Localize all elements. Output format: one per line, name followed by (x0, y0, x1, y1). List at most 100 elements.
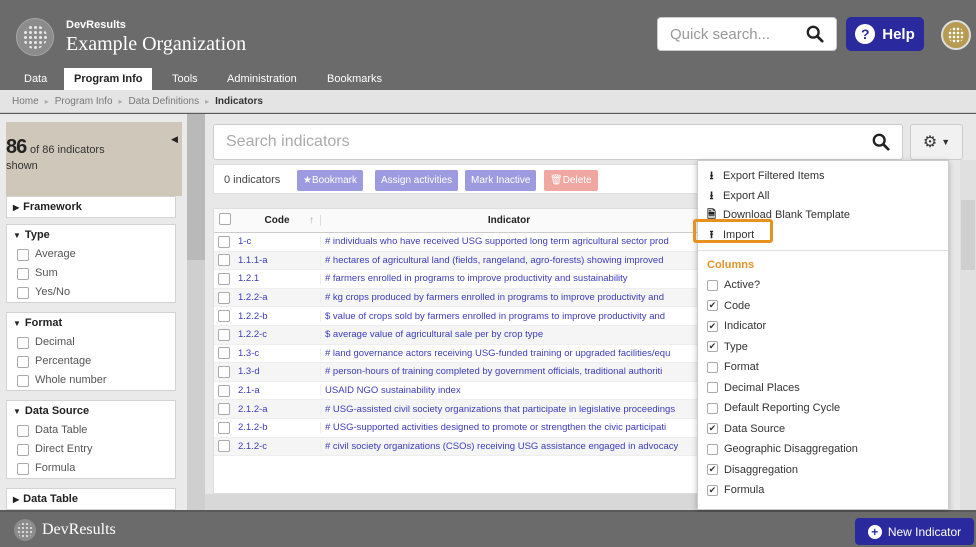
row-checkbox[interactable] (218, 272, 230, 285)
column-toggle-decimal-places[interactable]: Decimal Places (698, 378, 948, 399)
row-checkbox[interactable] (218, 440, 230, 453)
indicator-code-link[interactable]: 1-c (234, 236, 320, 247)
indicator-code-link[interactable]: 2.1.2-c (234, 441, 320, 452)
bookmark-button[interactable]: ★Bookmark (297, 170, 363, 191)
column-toggle-code[interactable]: Code (698, 296, 948, 317)
table-row[interactable]: 2.1-a USAID NGO sustainability index (214, 382, 697, 401)
filter-option-decimal[interactable]: Decimal (7, 333, 175, 352)
filter-option-average[interactable]: Average (7, 245, 175, 264)
column-header-indicator[interactable]: Indicator (320, 215, 697, 226)
table-row[interactable]: 2.1.2-b # USG-supported activities design… (214, 419, 697, 438)
indicator-code-link[interactable]: 1.3-c (234, 348, 320, 359)
table-row[interactable]: 1.3-c # land governance actors receiving … (214, 345, 697, 364)
indicator-name-link[interactable]: # land governance actors receiving USG-f… (320, 347, 697, 359)
indicator-search-input[interactable] (214, 125, 834, 159)
column-toggle-data-source[interactable]: Data Source (698, 419, 948, 440)
indicator-code-link[interactable]: 1.2.1 (234, 273, 320, 284)
nav-tools[interactable]: Tools (162, 68, 208, 90)
checkbox[interactable] (707, 320, 718, 332)
settings-menu-button[interactable]: ⚙ ▼ (910, 124, 963, 160)
menu-item-export-all[interactable]: ⭳ Export All (698, 187, 948, 207)
column-toggle-active[interactable]: Active? (698, 275, 948, 296)
breadcrumb-home[interactable]: Home (12, 96, 39, 107)
filter-option-percentage[interactable]: Percentage (7, 352, 175, 371)
mark-inactive-button[interactable]: Mark Inactive (465, 170, 537, 191)
logo-globe-icon[interactable] (16, 18, 54, 56)
collapse-sidebar-icon[interactable]: ◀ (171, 134, 178, 145)
indicator-name-link[interactable]: # USG-assisted civil society organizatio… (320, 403, 697, 415)
column-toggle-formula[interactable]: Formula (698, 480, 948, 501)
indicator-name-link[interactable]: USAID NGO sustainability index (320, 385, 697, 397)
breadcrumb-program-info[interactable]: Program Info (55, 96, 113, 107)
checkbox[interactable] (707, 484, 718, 496)
sort-icon[interactable]: ↑ (309, 215, 314, 226)
nav-program-info[interactable]: Program Info (64, 68, 153, 90)
table-horizontal-scrollbar[interactable] (205, 494, 698, 510)
checkbox[interactable] (707, 279, 718, 291)
indicator-name-link[interactable]: # individuals who have received USG supp… (320, 236, 697, 248)
new-indicator-button[interactable]: + New Indicator (855, 518, 974, 545)
filter-option-formula[interactable]: Formula (7, 459, 175, 478)
indicator-code-link[interactable]: 1.1.1-a (234, 255, 320, 266)
column-toggle-type[interactable]: Type (698, 337, 948, 358)
checkbox[interactable] (707, 402, 718, 414)
column-toggle-indicator[interactable]: Indicator (698, 316, 948, 337)
page-scrollbar-thumb[interactable] (961, 200, 975, 270)
indicator-name-link[interactable]: # civil society organizations (CSOs) rec… (320, 440, 697, 452)
row-checkbox[interactable] (218, 421, 230, 434)
row-checkbox[interactable] (218, 235, 230, 248)
menu-item-export-filtered-items[interactable]: ⭳ Export Filtered Items (698, 167, 948, 187)
table-row[interactable]: 2.1.2-c # civil society organizations (CS… (214, 437, 697, 457)
filter-option-yes-no[interactable]: Yes/No (7, 283, 175, 302)
filter-option-data-table[interactable]: Data Table (7, 421, 175, 440)
indicator-name-link[interactable]: # USG-supported activities designed to p… (320, 422, 697, 434)
assign-activities-button[interactable]: Assign activities (375, 170, 459, 191)
sidebar-scrollbar-thumb[interactable] (187, 114, 205, 260)
indicator-code-link[interactable]: 2.1.2-b (234, 422, 320, 433)
column-toggle-format[interactable]: Format (698, 357, 948, 378)
table-row[interactable]: 1.2.2-a # kg crops produced by farmers en… (214, 288, 697, 308)
quick-search-input[interactable] (658, 18, 798, 50)
indicator-code-link[interactable]: 1.3-d (234, 366, 320, 377)
row-checkbox[interactable] (218, 254, 230, 267)
indicator-code-link[interactable]: 2.1.2-a (234, 404, 320, 415)
checkbox[interactable] (17, 248, 29, 261)
checkbox[interactable] (17, 286, 29, 299)
row-checkbox[interactable] (218, 291, 230, 304)
search-icon[interactable] (806, 25, 824, 43)
indicator-code-link[interactable]: 1.2.2-a (234, 292, 320, 303)
quick-search[interactable] (657, 17, 837, 51)
checkbox[interactable] (17, 374, 29, 387)
organization-name[interactable]: Example Organization (66, 33, 246, 56)
indicator-name-link[interactable]: # hectares of agricultural land (fields,… (320, 254, 697, 266)
checkbox[interactable] (707, 464, 718, 476)
column-toggle-geographic-disaggregation[interactable]: Geographic Disaggregation (698, 439, 948, 460)
table-row[interactable]: 1.1.1-a # hectares of agricultural land (… (214, 251, 697, 271)
filter-data-table[interactable]: ▶ Data Table (6, 488, 176, 510)
column-header-code[interactable]: Code ↑ (234, 215, 320, 226)
indicator-name-link[interactable]: $ value of crops sold by farmers enrolle… (320, 310, 697, 322)
filter-framework[interactable]: ▶ Framework (6, 196, 176, 218)
row-checkbox[interactable] (218, 384, 230, 397)
checkbox[interactable] (707, 382, 718, 394)
row-checkbox[interactable] (218, 365, 230, 378)
checkbox[interactable] (707, 341, 718, 353)
checkbox[interactable] (17, 424, 29, 437)
checkbox[interactable] (17, 355, 29, 368)
indicator-code-link[interactable]: 1.2.2-b (234, 311, 320, 322)
breadcrumb-data-definitions[interactable]: Data Definitions (129, 96, 200, 107)
filter-option-whole-number[interactable]: Whole number (7, 371, 175, 390)
checkbox[interactable] (17, 462, 29, 475)
column-toggle-default-reporting-cycle[interactable]: Default Reporting Cycle (698, 398, 948, 419)
table-row[interactable]: 1.3-d # person-hours of training complete… (214, 363, 697, 382)
filter-option-sum[interactable]: Sum (7, 264, 175, 283)
nav-administration[interactable]: Administration (217, 68, 307, 90)
indicator-code-link[interactable]: 1.2.2-c (234, 329, 320, 340)
table-row[interactable]: 1.2.2-b $ value of crops sold by farmers … (214, 307, 697, 326)
checkbox[interactable] (17, 267, 29, 280)
checkbox[interactable] (17, 336, 29, 349)
filter-option-direct-entry[interactable]: Direct Entry (7, 440, 175, 459)
indicator-name-link[interactable]: # farmers enrolled in programs to improv… (320, 273, 697, 285)
checkbox[interactable] (707, 423, 718, 435)
row-checkbox[interactable] (218, 328, 230, 341)
